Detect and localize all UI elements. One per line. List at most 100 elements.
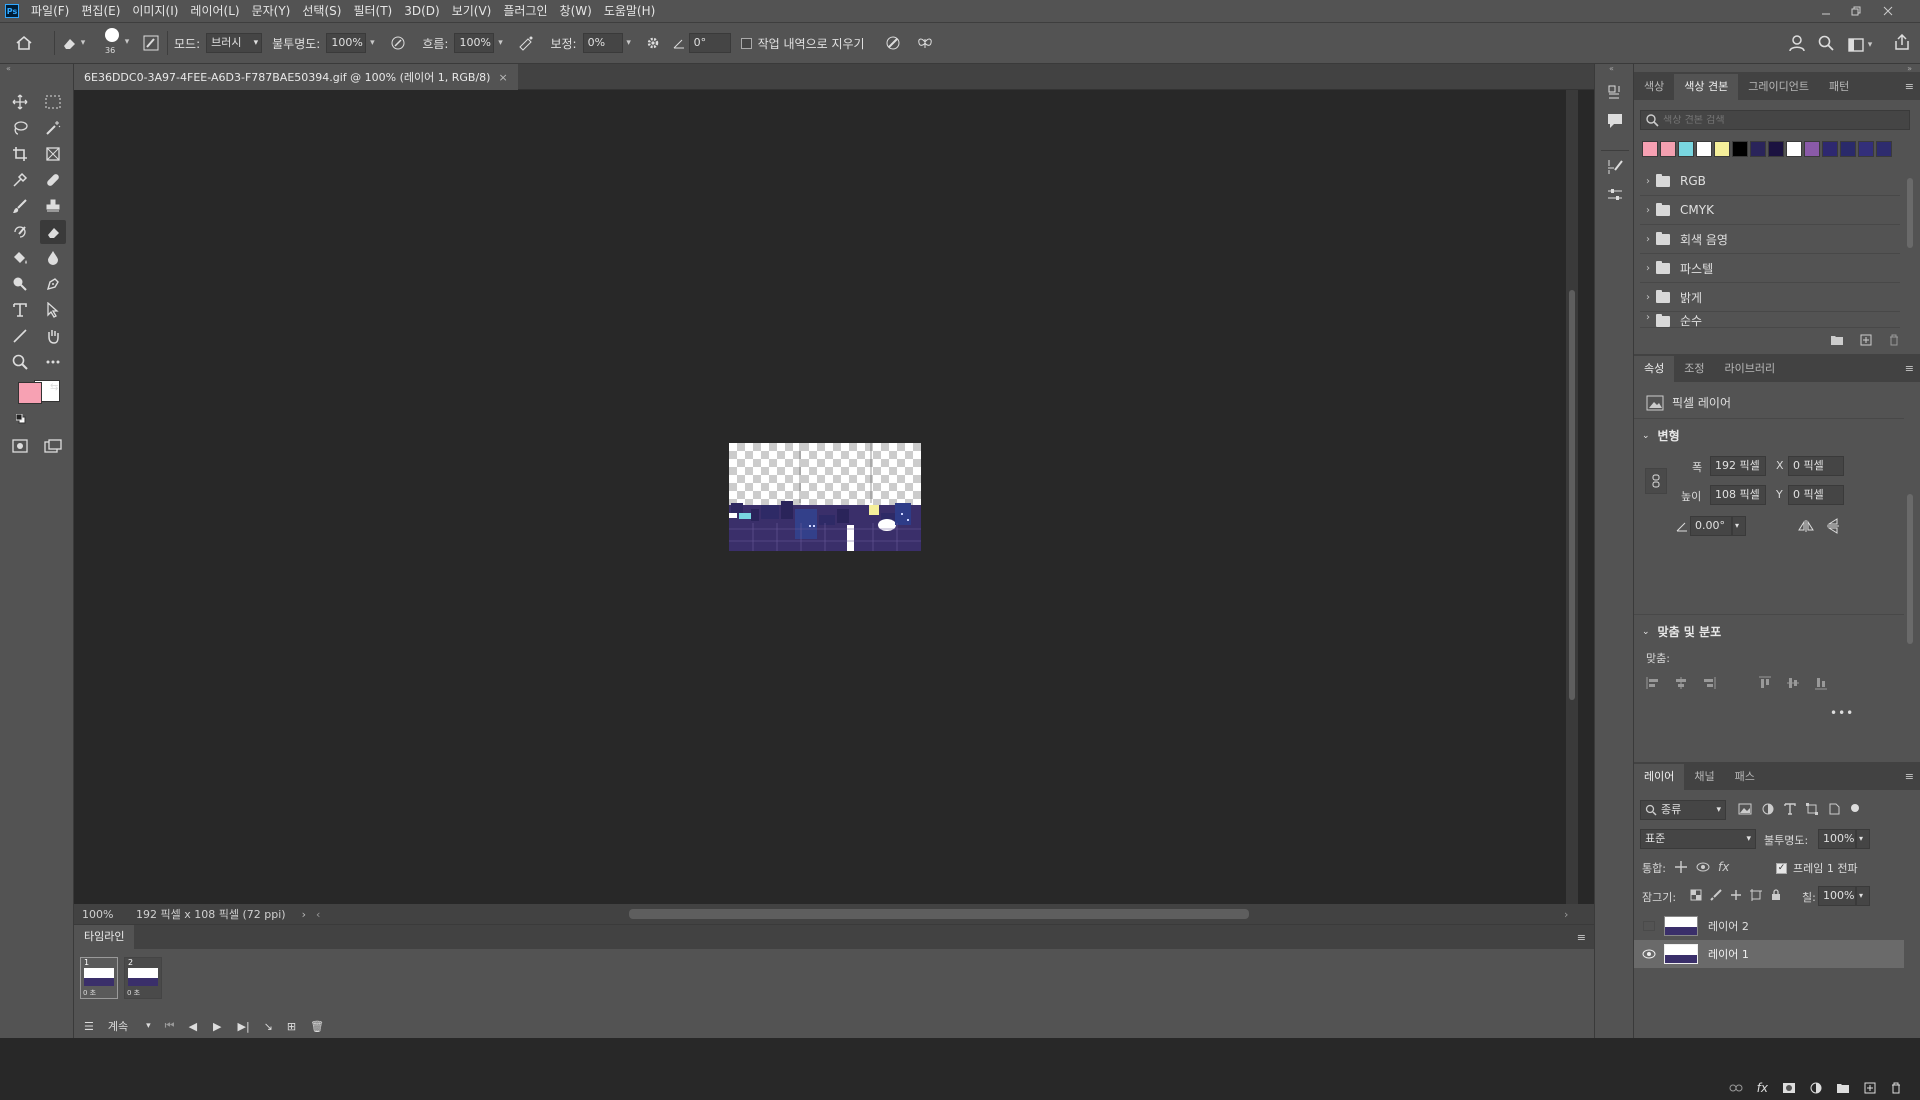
menu-help[interactable]: 도움말(H) bbox=[598, 0, 662, 22]
menu-type[interactable]: 문자(Y) bbox=[246, 0, 297, 22]
layer-name[interactable]: 레이어 2 bbox=[1708, 918, 1749, 934]
tab-color[interactable]: 색상 bbox=[1634, 74, 1674, 100]
loop-dropdown[interactable]: ▾ bbox=[146, 1021, 151, 1031]
layer-visibility-toggle[interactable] bbox=[1634, 940, 1664, 968]
document-tab[interactable]: 6E36DDC0-3A97-4FEE-A6D3-F787BAE50394.gif… bbox=[74, 64, 518, 90]
path-selection-tool[interactable] bbox=[40, 298, 66, 322]
search-button[interactable] bbox=[1818, 35, 1834, 51]
loop-options[interactable]: 계속 bbox=[108, 1018, 128, 1034]
swatches-scroll-thumb[interactable] bbox=[1907, 178, 1913, 248]
document-canvas[interactable] bbox=[729, 443, 921, 551]
mode-select[interactable]: 브러시 ▾ bbox=[206, 33, 263, 53]
first-frame-icon[interactable]: ⏮ bbox=[165, 1019, 175, 1033]
link-layers-icon[interactable] bbox=[1729, 1083, 1743, 1093]
vertical-scrollbar[interactable] bbox=[1566, 90, 1578, 904]
swatch-group-light[interactable]: › 밝게 bbox=[1640, 283, 1900, 312]
unify-position-icon[interactable] bbox=[1674, 860, 1688, 874]
foreground-color-swatch[interactable] bbox=[18, 382, 42, 404]
minimize-button[interactable] bbox=[1812, 0, 1840, 22]
tab-layers[interactable]: 레이어 bbox=[1634, 764, 1685, 790]
quick-mask-button[interactable] bbox=[7, 434, 33, 458]
play-icon[interactable]: ▶ bbox=[213, 1020, 221, 1033]
menu-window[interactable]: 창(W) bbox=[554, 0, 598, 22]
unify-visibility-icon[interactable] bbox=[1696, 860, 1710, 874]
blend-mode-select[interactable]: 표준 ▾ bbox=[1640, 829, 1756, 849]
lock-pixels-icon[interactable] bbox=[1710, 889, 1722, 901]
erase-to-history-option[interactable]: 작업 내역으로 지우기 bbox=[740, 35, 865, 52]
flow-dropdown[interactable]: ▾ bbox=[494, 33, 506, 53]
menu-image[interactable]: 이미지(I) bbox=[126, 0, 184, 22]
new-group-icon[interactable] bbox=[1836, 1082, 1850, 1094]
restore-button[interactable] bbox=[1842, 0, 1870, 22]
tool-preset-picker[interactable]: ▾ bbox=[61, 33, 97, 53]
unify-style-icon[interactable]: fx bbox=[1718, 860, 1729, 874]
tab-properties[interactable]: 속성 bbox=[1634, 356, 1675, 382]
swap-colors-icon[interactable]: ⇆ bbox=[50, 382, 58, 393]
angle-input[interactable]: 0° bbox=[688, 33, 731, 53]
brush-settings-panel-button[interactable] bbox=[1606, 158, 1624, 176]
blur-tool[interactable] bbox=[40, 246, 66, 270]
trash-icon[interactable] bbox=[1890, 1082, 1902, 1094]
layer-opacity-input[interactable]: 100% bbox=[1818, 829, 1856, 849]
more-options-icon[interactable]: ••• bbox=[1830, 706, 1854, 720]
layer-visibility-toggle[interactable] bbox=[1634, 912, 1664, 940]
crop-tool[interactable] bbox=[7, 142, 33, 166]
share-profile-button[interactable] bbox=[1788, 34, 1806, 52]
share-button[interactable] bbox=[1894, 34, 1910, 51]
link-dimensions-button[interactable] bbox=[1645, 468, 1667, 494]
comments-panel-button[interactable] bbox=[1606, 112, 1624, 130]
brush-tool[interactable] bbox=[7, 194, 33, 218]
frame-tool[interactable] bbox=[40, 142, 66, 166]
add-layer-style-icon[interactable]: fx bbox=[1757, 1081, 1768, 1095]
align-middle-icon[interactable] bbox=[1786, 676, 1800, 690]
eraser-tool[interactable] bbox=[40, 220, 66, 244]
vertical-scroll-thumb[interactable] bbox=[1569, 290, 1575, 700]
tween-icon[interactable]: ↘ bbox=[264, 1020, 273, 1033]
lock-position-icon[interactable] bbox=[1730, 889, 1742, 901]
zoom-level[interactable]: 100% bbox=[82, 908, 132, 921]
properties-scrollbar[interactable] bbox=[1906, 486, 1914, 736]
duplicate-frame-icon[interactable]: ⊞ bbox=[287, 1020, 296, 1033]
flip-horizontal-icon[interactable] bbox=[1798, 519, 1814, 533]
swatches-scrollbar[interactable] bbox=[1906, 172, 1914, 322]
tab-patterns[interactable]: 패턴 bbox=[1819, 74, 1859, 100]
adjustments-panel-button[interactable] bbox=[1606, 186, 1624, 204]
default-colors-icon[interactable] bbox=[16, 414, 26, 424]
propagate-frame-option[interactable]: ✓ 프레임 1 전파 bbox=[1776, 860, 1858, 876]
scroll-right-arrow[interactable]: › bbox=[1564, 908, 1568, 921]
lock-transparent-icon[interactable] bbox=[1690, 889, 1702, 901]
history-brush-tool[interactable] bbox=[7, 220, 33, 244]
align-left-icon[interactable] bbox=[1646, 676, 1660, 690]
lock-artboard-icon[interactable] bbox=[1750, 889, 1762, 901]
color-swatch[interactable] bbox=[1750, 141, 1766, 157]
new-group-icon[interactable] bbox=[1830, 334, 1844, 346]
swatch-group-cmyk[interactable]: › CMYK bbox=[1640, 196, 1900, 225]
menu-select[interactable]: 선택(S) bbox=[296, 0, 347, 22]
horizontal-scroll-thumb[interactable] bbox=[629, 909, 1249, 919]
new-layer-icon[interactable] bbox=[1864, 1082, 1876, 1094]
expand-panels-button[interactable]: « bbox=[1609, 64, 1614, 73]
pen-tool[interactable] bbox=[40, 272, 66, 296]
layer-opacity-dropdown[interactable]: ▾ bbox=[1856, 829, 1870, 849]
color-swatch[interactable] bbox=[1858, 141, 1874, 157]
history-panel-button[interactable] bbox=[1606, 84, 1624, 102]
frame-delay[interactable]: 0 초 bbox=[127, 988, 140, 998]
canvas-area[interactable] bbox=[74, 90, 1578, 904]
swatch-group-pure[interactable]: › 순수 bbox=[1640, 312, 1900, 328]
trash-icon[interactable] bbox=[1888, 334, 1900, 346]
fill-input[interactable]: 100% bbox=[1818, 886, 1856, 906]
brush-size-picker[interactable]: 36 ▾ bbox=[97, 22, 137, 64]
move-tool[interactable] bbox=[7, 90, 33, 114]
filter-shape-icon[interactable] bbox=[1806, 803, 1818, 815]
flow-input[interactable]: 100% bbox=[454, 33, 495, 53]
color-swatch[interactable] bbox=[1804, 141, 1820, 157]
fill-dropdown[interactable]: ▾ bbox=[1856, 886, 1870, 906]
filter-adjustment-icon[interactable] bbox=[1762, 803, 1774, 815]
swatch-group-grayscale[interactable]: › 회색 음영 bbox=[1640, 225, 1900, 254]
swatch-group-pastel[interactable]: › 파스텔 bbox=[1640, 254, 1900, 283]
panel-menu-icon[interactable]: ≡ bbox=[1905, 362, 1914, 375]
tab-libraries[interactable]: 라이브러리 bbox=[1715, 356, 1786, 382]
line-tool[interactable] bbox=[7, 324, 33, 348]
menu-edit[interactable]: 편집(E) bbox=[75, 0, 126, 22]
transform-section-header[interactable]: ⌄ 변형 bbox=[1642, 427, 1680, 444]
